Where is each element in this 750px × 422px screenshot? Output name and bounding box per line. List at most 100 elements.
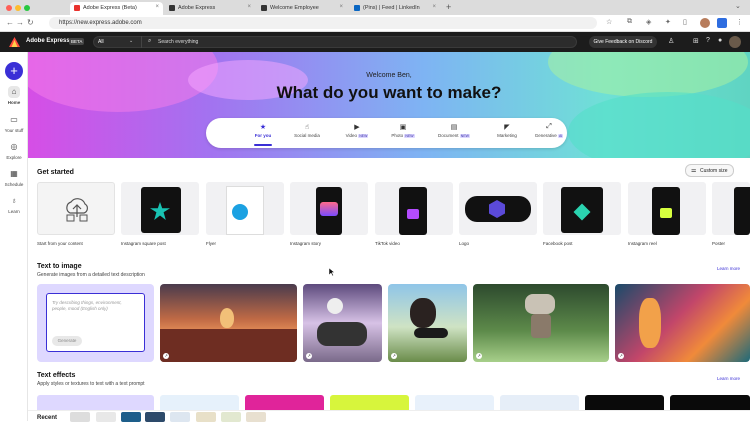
- template-instagram-square-post[interactable]: [121, 182, 199, 235]
- generate-button-label: Generate: [57, 338, 77, 343]
- left-sidebar: + ⌂ Home ▭ Your stuff ◎ Explore ▦ Schedu…: [0, 52, 28, 421]
- beta-badge: BETA: [69, 38, 85, 45]
- generated-image-dog-guitar[interactable]: ↗: [388, 284, 467, 362]
- close-tab-icon[interactable]: ×: [432, 4, 436, 10]
- video-icon: ▶: [354, 124, 360, 131]
- close-tab-icon[interactable]: ×: [155, 4, 159, 10]
- template-label: TikTok video: [375, 241, 400, 246]
- generated-image-robot-rain[interactable]: ↗: [473, 284, 609, 362]
- sidebar-toggle-icon[interactable]: ▯: [683, 18, 687, 26]
- text-effect-card[interactable]: [670, 395, 750, 411]
- template-preview: [734, 187, 750, 235]
- get-started-title: Get started: [37, 169, 74, 176]
- thumbs-up-icon: ☝: [304, 124, 310, 131]
- tab-marketing[interactable]: ◤ Marketing: [492, 123, 522, 138]
- tab-label: For you: [254, 133, 272, 138]
- search-input[interactable]: Search everything: [158, 39, 198, 45]
- puzzle-icon[interactable]: ✦: [665, 18, 671, 26]
- template-start-from-content[interactable]: [37, 182, 115, 235]
- tab-social-media[interactable]: ☝ Social media: [290, 123, 324, 138]
- minimize-window-button[interactable]: [15, 5, 21, 11]
- sidebar-item-your-stuff[interactable]: ▭ Your stuff: [0, 114, 28, 133]
- template-poster[interactable]: [712, 182, 750, 235]
- tab-video[interactable]: ▶ Video NEW: [340, 123, 374, 138]
- text-effect-card[interactable]: [415, 395, 494, 411]
- category-tabs: ★ For you ☝ Social media ▶ Video NEW ▣ P…: [206, 118, 567, 148]
- remix-icon[interactable]: ↗: [391, 353, 397, 359]
- text-effect-card[interactable]: [330, 395, 409, 411]
- maximize-window-button[interactable]: [24, 5, 30, 11]
- browser-tab-welcome-employee[interactable]: Welcome Employee ×: [257, 2, 347, 15]
- template-facebook-post[interactable]: [543, 182, 621, 235]
- create-new-button[interactable]: +: [5, 62, 23, 80]
- text-effect-card[interactable]: [245, 395, 324, 411]
- tab-document[interactable]: ▤ Document NEW: [434, 123, 474, 138]
- template-logo[interactable]: [459, 182, 537, 235]
- megaphone-icon: ◤: [504, 124, 510, 131]
- tab-generative[interactable]: ⤢ Generative AI: [532, 123, 566, 138]
- shield-icon[interactable]: ◈: [646, 18, 651, 26]
- text-effect-card[interactable]: [500, 395, 579, 411]
- text-effect-card[interactable]: [585, 395, 664, 411]
- user-avatar[interactable]: [729, 36, 741, 48]
- welcome-text: Welcome Ben,: [366, 72, 412, 79]
- browser-tab-adobe-express[interactable]: Adobe Express ×: [165, 2, 255, 15]
- close-tab-icon[interactable]: ×: [339, 4, 343, 10]
- user-icon[interactable]: ♙: [668, 37, 674, 45]
- remix-icon[interactable]: ↗: [163, 353, 169, 359]
- search-filter-select[interactable]: All ⌄: [98, 38, 138, 47]
- sidebar-item-home[interactable]: ⌂ Home: [0, 86, 28, 105]
- template-tiktok-video[interactable]: [375, 182, 453, 235]
- tab-photo[interactable]: ▣ Photo NEW: [386, 123, 420, 138]
- app-header: Adobe Express BETA All ⌄ ⌕ Search everyt…: [0, 32, 750, 52]
- remix-icon[interactable]: ↗: [306, 353, 312, 359]
- template-label: Flyer: [206, 241, 216, 246]
- template-flyer[interactable]: [206, 182, 284, 235]
- reload-icon[interactable]: ↻: [27, 18, 34, 27]
- template-instagram-reel[interactable]: [628, 182, 706, 235]
- template-label: Start from your content: [37, 241, 83, 246]
- text-to-image-subtitle: Generate images from a detailed text des…: [37, 272, 145, 278]
- address-bar[interactable]: https://new.express.adobe.com: [49, 17, 597, 29]
- close-window-button[interactable]: [6, 5, 12, 11]
- text-effects-subtitle: Apply styles or textures to text with a …: [37, 381, 145, 387]
- menu-icon[interactable]: ⋮: [736, 18, 743, 26]
- help-icon[interactable]: ?: [706, 37, 710, 44]
- text-to-image-learn-more-link[interactable]: Learn more: [717, 266, 740, 271]
- tab-label: Adobe Express (Beta): [83, 5, 137, 11]
- generated-image-astronaut[interactable]: ↗: [303, 284, 382, 362]
- tab-list-chevron-icon[interactable]: ⌄: [735, 2, 741, 10]
- text-effect-prompt-card[interactable]: [37, 395, 154, 411]
- notifications-bell-icon[interactable]: ●: [718, 37, 722, 44]
- remix-icon[interactable]: ↗: [476, 353, 482, 359]
- prompt-input[interactable]: Try describing things, environment, peop…: [46, 293, 145, 352]
- extensions-icon[interactable]: ⧉: [627, 18, 632, 26]
- feedback-button[interactable]: Give Feedback on Discord: [589, 36, 657, 48]
- close-tab-icon[interactable]: ×: [247, 4, 251, 10]
- browser-tab-linkedin[interactable]: (Pins) | Feed | LinkedIn ×: [350, 2, 440, 15]
- text-effect-card[interactable]: [160, 395, 239, 411]
- remix-icon[interactable]: ↗: [618, 353, 624, 359]
- new-tab-icon[interactable]: +: [446, 2, 451, 12]
- hero-headline: What do you want to make?: [276, 83, 502, 102]
- generated-image-seahorse-reef[interactable]: ↗: [615, 284, 750, 362]
- browser-tab-adobe-express-beta[interactable]: Adobe Express (Beta) ×: [70, 2, 163, 15]
- back-icon[interactable]: ←: [6, 18, 14, 27]
- custom-size-button[interactable]: ⚌ Custom size: [685, 164, 734, 177]
- apps-grid-icon[interactable]: ⊞: [693, 37, 699, 45]
- template-instagram-story[interactable]: [290, 182, 368, 235]
- text-effects-learn-more-link[interactable]: Learn more: [717, 376, 740, 381]
- sidebar-item-explore[interactable]: ◎ Explore: [0, 141, 28, 160]
- sidebar-item-schedule[interactable]: ▦ Schedule: [0, 168, 28, 187]
- generate-button[interactable]: Generate: [52, 336, 82, 346]
- feedback-button-label: Give Feedback on Discord: [593, 39, 653, 45]
- generated-image-desert-egg[interactable]: ↗: [160, 284, 297, 362]
- sidebar-item-learn[interactable]: ♁ Learn: [0, 195, 28, 214]
- tab-for-you[interactable]: ★ For you: [250, 123, 276, 138]
- star-icon[interactable]: ☆: [606, 18, 612, 26]
- forward-icon[interactable]: →: [16, 18, 24, 27]
- profile-avatar[interactable]: [700, 18, 710, 28]
- bing-icon[interactable]: [717, 18, 727, 28]
- adobe-express-logo-icon[interactable]: [9, 37, 20, 47]
- tab-label: Generative: [534, 133, 557, 138]
